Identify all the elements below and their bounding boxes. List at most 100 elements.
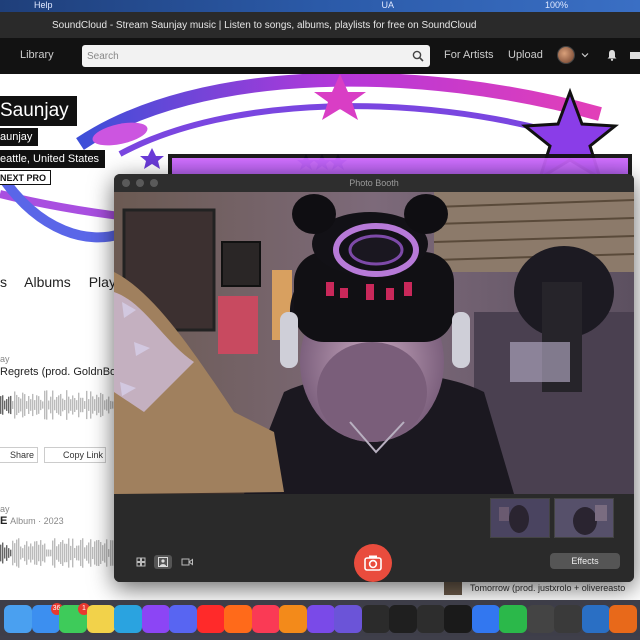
track-artist[interactable]: ay bbox=[0, 354, 10, 364]
photo-thumbnail[interactable] bbox=[490, 498, 550, 538]
waveform-bar bbox=[10, 395, 12, 415]
nav-upload[interactable]: Upload bbox=[508, 49, 543, 61]
waveform-bar bbox=[12, 540, 14, 566]
waveform-bar bbox=[72, 538, 74, 568]
chevron-down-icon[interactable] bbox=[581, 51, 589, 59]
user-avatar[interactable] bbox=[557, 46, 575, 64]
album-artist[interactable]: ay bbox=[0, 504, 10, 514]
effects-button[interactable]: Effects bbox=[550, 553, 620, 569]
waveform-bar bbox=[40, 399, 42, 411]
nav-for-artists[interactable]: For Artists bbox=[444, 49, 494, 61]
waveform-bar bbox=[44, 543, 46, 563]
photo-booth-titlebar[interactable]: Photo Booth bbox=[114, 174, 634, 192]
waveform-bar bbox=[2, 542, 4, 564]
waveform[interactable] bbox=[0, 536, 120, 570]
music-icon[interactable] bbox=[251, 605, 280, 633]
track-title[interactable]: Regrets (prod. GoldnBo bbox=[0, 366, 116, 378]
copy-link-label: Copy Link bbox=[63, 450, 104, 460]
numbers-icon[interactable] bbox=[499, 605, 527, 633]
finder-icon[interactable] bbox=[4, 605, 32, 633]
youtube-icon[interactable] bbox=[196, 605, 225, 633]
waveform-bar bbox=[0, 544, 2, 562]
vscode-icon[interactable] bbox=[581, 605, 610, 633]
notes-icon[interactable] bbox=[86, 605, 115, 633]
waveform-bar bbox=[92, 396, 94, 414]
waveform-bar bbox=[76, 545, 78, 561]
unity-icon[interactable] bbox=[416, 605, 445, 633]
screen: Help UA 100% SoundCloud - Stream Saunjay… bbox=[0, 0, 640, 640]
telegram-icon[interactable] bbox=[114, 605, 142, 633]
audio-icon[interactable] bbox=[526, 605, 555, 633]
waveform-bar bbox=[80, 397, 82, 413]
soundcloud-header: Library For Artists Upload bbox=[0, 38, 640, 74]
github-icon[interactable] bbox=[389, 605, 417, 633]
waveform-bar bbox=[72, 395, 74, 415]
photo-booth-window[interactable]: Photo Booth Effects bbox=[114, 174, 634, 582]
photo-thumbnail[interactable] bbox=[554, 498, 614, 538]
waveform-bar bbox=[70, 399, 72, 411]
waveform-bar bbox=[100, 542, 102, 564]
window-title: SoundCloud - Stream Saunjay music | List… bbox=[52, 20, 477, 31]
zoom-window-button[interactable] bbox=[150, 179, 158, 187]
sidebar-track-title[interactable]: Tomorrow (prod. justxrolo + olivereasto bbox=[470, 583, 625, 593]
waveform[interactable] bbox=[0, 388, 120, 422]
waveform-bar bbox=[96, 394, 98, 416]
dropbox-icon[interactable] bbox=[471, 605, 500, 633]
capcut-icon[interactable] bbox=[444, 605, 472, 633]
copy-link-button[interactable]: Copy Link bbox=[44, 447, 106, 463]
photo-booth-controls: Effects bbox=[114, 494, 634, 582]
waveform-bar bbox=[46, 390, 48, 420]
twitch-icon[interactable] bbox=[141, 605, 170, 633]
search-icon[interactable] bbox=[412, 50, 424, 62]
waveform-bar bbox=[54, 538, 56, 568]
waveform-bar bbox=[12, 401, 14, 409]
waveform-bar bbox=[2, 395, 4, 415]
waveform-bar bbox=[4, 547, 6, 559]
album-title[interactable]: E Album · 2023 bbox=[0, 515, 64, 527]
chatgpt-icon[interactable] bbox=[361, 605, 390, 633]
video-mode-button[interactable] bbox=[178, 555, 196, 569]
battery-percentage: 100% bbox=[544, 0, 568, 10]
soundcloud-icon[interactable] bbox=[224, 605, 252, 633]
waveform-bar bbox=[98, 397, 100, 413]
waveform-bar bbox=[78, 545, 80, 561]
waveform-bar bbox=[0, 396, 2, 414]
fl-icon[interactable] bbox=[609, 605, 637, 633]
menu-help[interactable]: Help bbox=[34, 0, 53, 10]
track-artwork[interactable] bbox=[444, 581, 462, 595]
search-box[interactable] bbox=[82, 45, 430, 67]
notifications-bell-icon[interactable] bbox=[606, 49, 618, 61]
camera-preview bbox=[114, 192, 634, 494]
album-meta: Album · 2023 bbox=[10, 516, 64, 526]
waveform-bar bbox=[82, 538, 84, 568]
nav-library[interactable]: Library bbox=[20, 49, 54, 61]
waveform-bar bbox=[8, 396, 10, 414]
waveform-bar bbox=[64, 543, 66, 563]
messages-icon[interactable] bbox=[630, 50, 640, 60]
waveform-bar bbox=[48, 549, 50, 557]
search-input[interactable] bbox=[87, 48, 397, 64]
waveform-bar bbox=[92, 546, 94, 560]
grid-view-button[interactable] bbox=[132, 555, 150, 569]
arc-icon[interactable] bbox=[306, 605, 335, 633]
discord-icon[interactable] bbox=[169, 605, 197, 633]
tab-albums[interactable]: Albums bbox=[24, 274, 71, 290]
waveform-bar bbox=[54, 399, 56, 411]
waveform-bar bbox=[108, 549, 110, 557]
messages-icon[interactable]: 1 bbox=[59, 603, 90, 633]
share-button[interactable]: Share bbox=[0, 447, 38, 463]
fl-studio-icon[interactable] bbox=[279, 605, 307, 633]
close-window-button[interactable] bbox=[122, 179, 130, 187]
take-photo-button[interactable] bbox=[354, 544, 392, 582]
waveform-bar bbox=[22, 548, 24, 558]
waveform-bar bbox=[58, 544, 60, 562]
album-title-text: E bbox=[0, 515, 8, 527]
affinity-icon[interactable] bbox=[334, 605, 362, 633]
minimize-window-button[interactable] bbox=[136, 179, 144, 187]
waveform-bar bbox=[84, 401, 86, 409]
tab-tracks[interactable]: s bbox=[0, 274, 7, 290]
waveform-bar bbox=[38, 544, 40, 562]
logic-icon[interactable] bbox=[554, 605, 582, 633]
single-photo-button[interactable] bbox=[154, 555, 172, 569]
mail-icon[interactable]: 36 bbox=[31, 603, 63, 633]
